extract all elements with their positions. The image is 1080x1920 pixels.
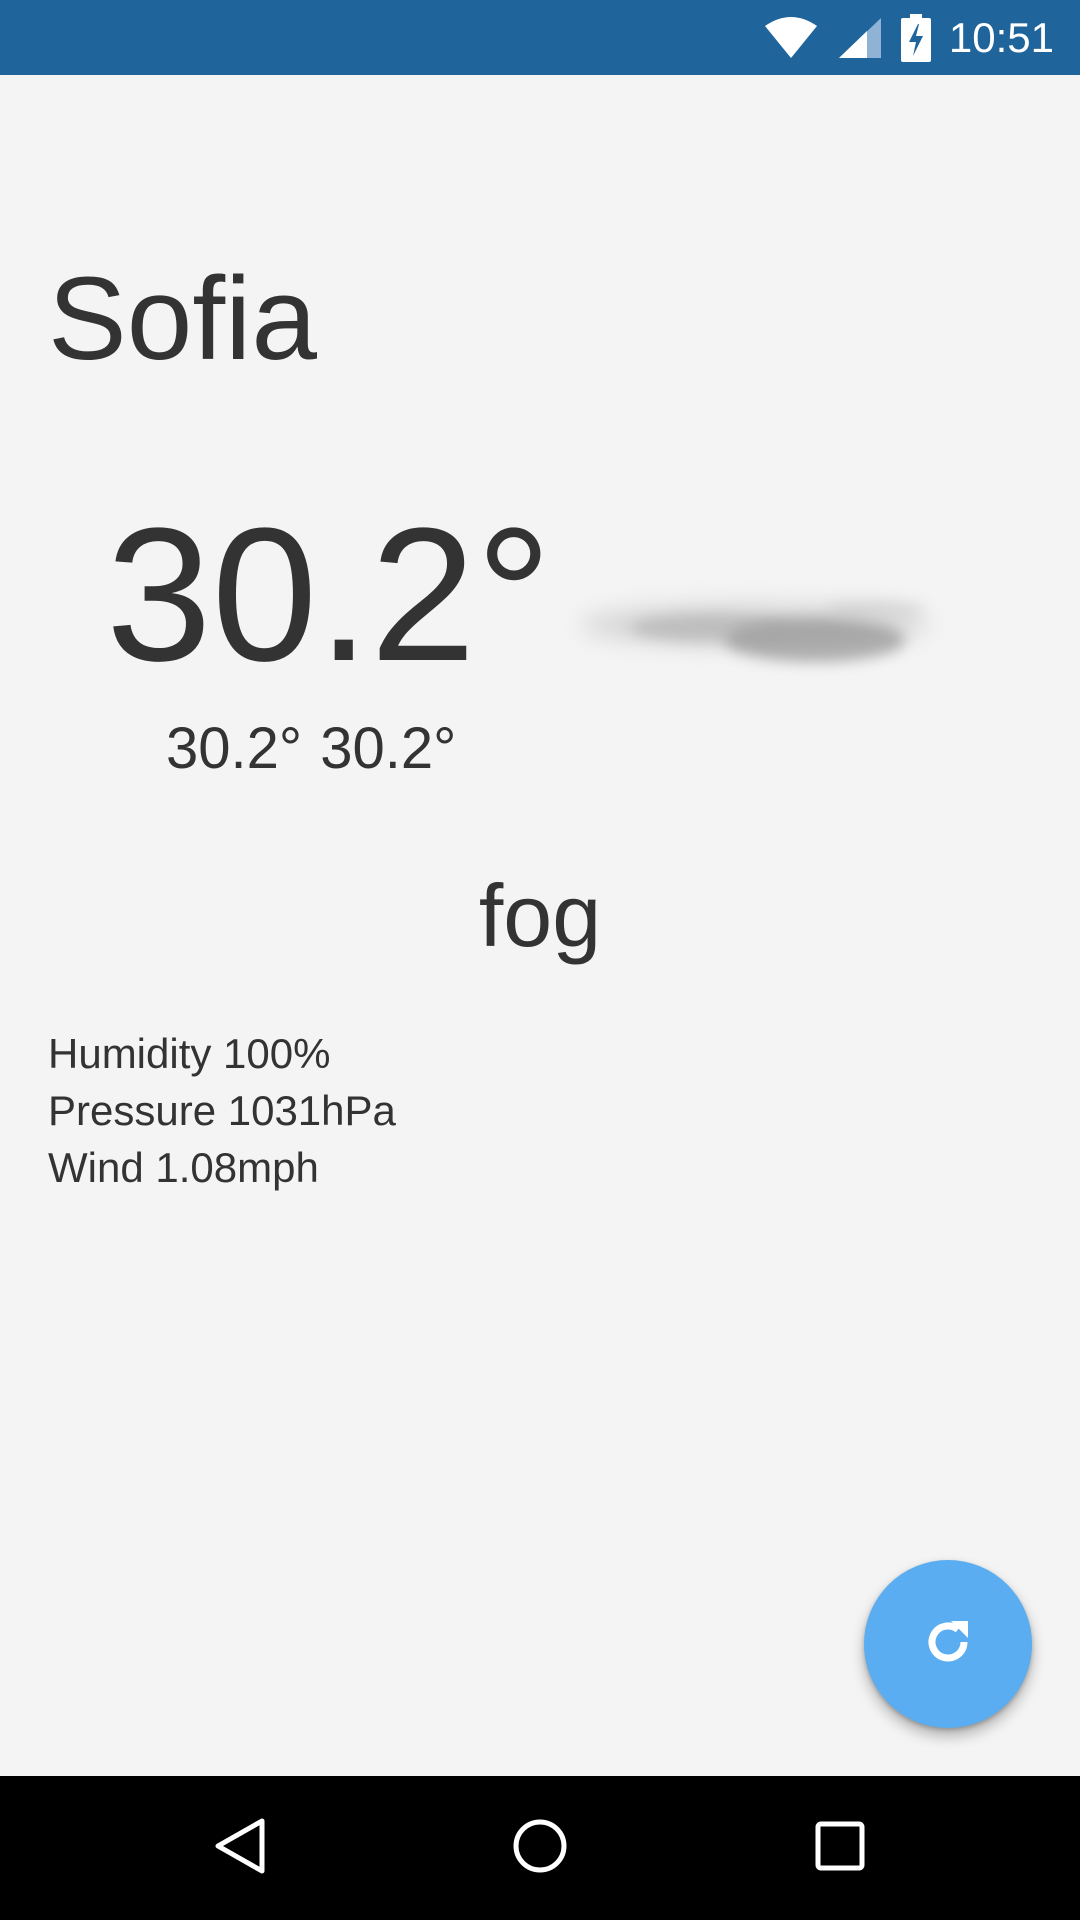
current-temperature: 30.2° [106, 489, 552, 701]
weather-description: fog [478, 866, 602, 965]
wind-text: Wind 1.08mph [48, 1144, 319, 1191]
city-name: Sofia [48, 253, 317, 385]
recents-icon [812, 1818, 868, 1878]
status-time: 10:51 [948, 14, 1054, 61]
wifi-icon [763, 16, 819, 60]
humidity-text: Humidity 100% [48, 1030, 331, 1077]
cell-signal-icon [837, 16, 883, 60]
home-button[interactable] [450, 1776, 630, 1920]
back-button[interactable] [150, 1776, 330, 1920]
recents-button[interactable] [750, 1776, 930, 1920]
refresh-button[interactable] [864, 1560, 1032, 1728]
min-max-temperature: 30.2° 30.2° [166, 716, 457, 781]
home-icon [510, 1816, 570, 1880]
fog-icon [545, 540, 965, 720]
navigation-bar [0, 1776, 1080, 1920]
weather-details: Humidity 100% Pressure 1031hPa Wind 1.08… [48, 1025, 396, 1196]
status-bar: 10:51 [0, 0, 1080, 75]
refresh-icon [918, 1612, 978, 1676]
back-icon [212, 1816, 268, 1880]
battery-charging-icon [900, 13, 931, 62]
pressure-text: Pressure 1031hPa [48, 1087, 396, 1134]
